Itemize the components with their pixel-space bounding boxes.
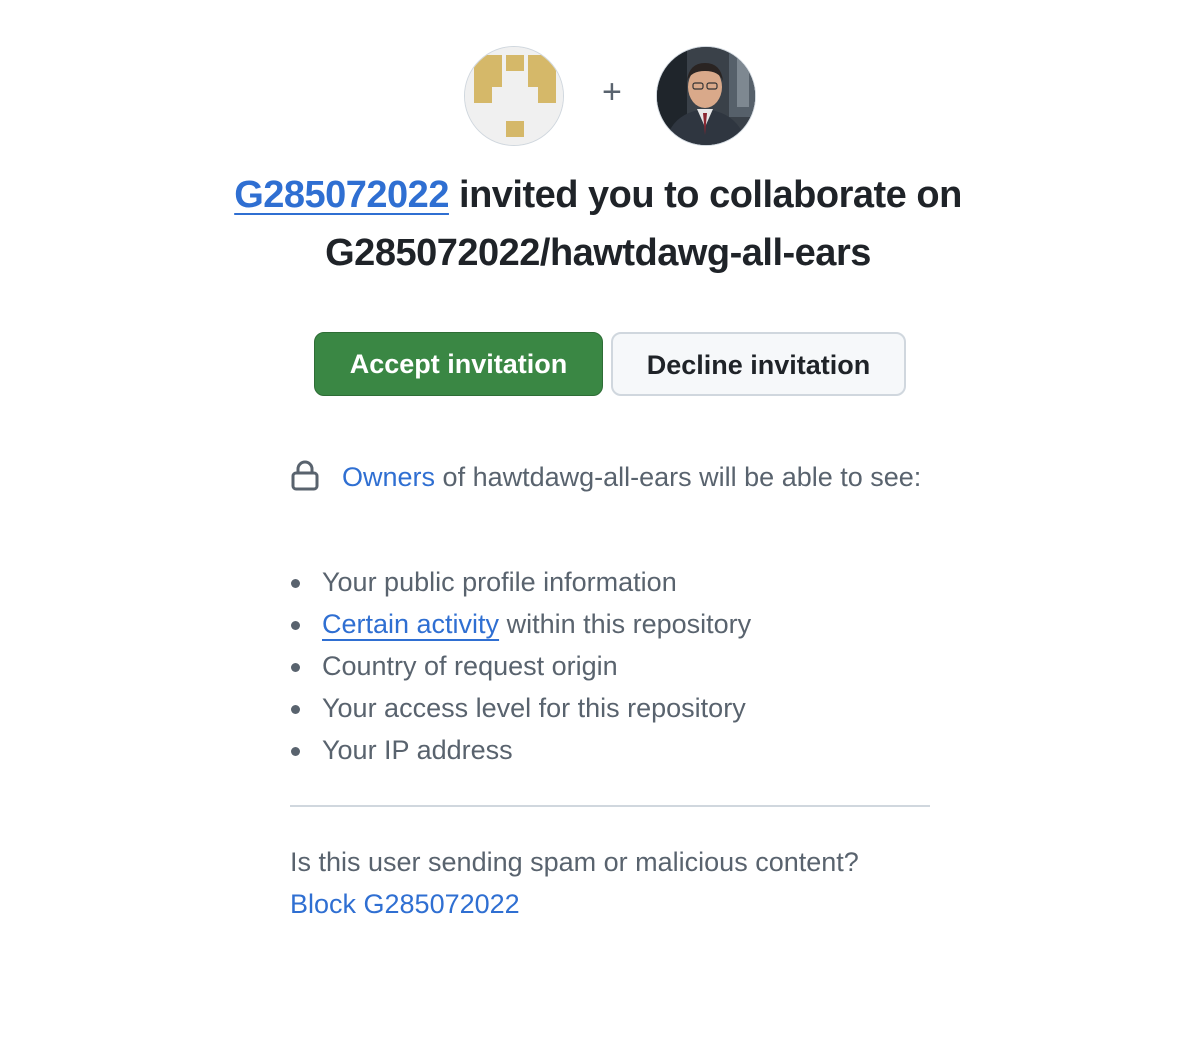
list-item-text: Country of request origin	[322, 651, 618, 681]
repository-name: G285072022/hawtdawg-all-ears	[325, 232, 871, 274]
list-item-text: Your IP address	[322, 735, 513, 765]
list-item: Your public profile information	[290, 561, 930, 603]
user-avatar[interactable]	[656, 46, 756, 146]
spam-report-section: Is this user sending spam or malicious c…	[290, 841, 930, 925]
list-item: Your access level for this repository	[290, 687, 930, 729]
lock-icon	[290, 459, 320, 491]
bullet-icon	[291, 579, 300, 588]
certain-activity-link[interactable]: Certain activity	[322, 609, 499, 639]
inviter-avatar[interactable]	[464, 46, 564, 146]
privacy-text: of hawtdawg-all-ears will be able to see…	[442, 462, 922, 492]
identicon	[465, 47, 563, 145]
accept-invitation-button[interactable]: Accept invitation	[314, 332, 603, 396]
list-item: Certain activity within this repository	[290, 603, 930, 645]
bullet-icon	[291, 705, 300, 714]
list-item: Your IP address	[290, 729, 930, 771]
owners-link[interactable]: Owners	[342, 462, 435, 492]
inviter-link[interactable]: G285072022	[234, 174, 449, 216]
list-item-text: Your public profile information	[322, 567, 677, 597]
invitation-actions: Accept invitation Decline invitation	[0, 332, 1196, 396]
decline-invitation-button[interactable]: Decline invitation	[611, 332, 906, 396]
list-item: Country of request origin	[290, 645, 930, 687]
block-user-link[interactable]: Block G285072022	[290, 889, 520, 919]
invitation-heading: G285072022 invited you to collaborate on…	[0, 166, 1196, 282]
spam-question: Is this user sending spam or malicious c…	[290, 847, 859, 877]
shared-info-list: Your public profile information Certain …	[290, 561, 930, 771]
bullet-icon	[291, 747, 300, 756]
list-item-text: Your access level for this repository	[322, 693, 746, 723]
invitation-page: + G285072022 invited you to collaborate …	[0, 0, 1196, 1038]
plus-icon: +	[602, 73, 622, 111]
bullet-icon	[291, 621, 300, 630]
bullet-icon	[291, 663, 300, 672]
user-photo	[657, 47, 755, 145]
list-item-text: within this repository	[506, 609, 752, 639]
avatar-row: +	[0, 46, 1196, 146]
privacy-notice: Owners of hawtdawg-all-ears will be able…	[290, 456, 930, 498]
heading-text: invited you to collaborate on	[459, 174, 962, 216]
divider	[290, 805, 930, 807]
